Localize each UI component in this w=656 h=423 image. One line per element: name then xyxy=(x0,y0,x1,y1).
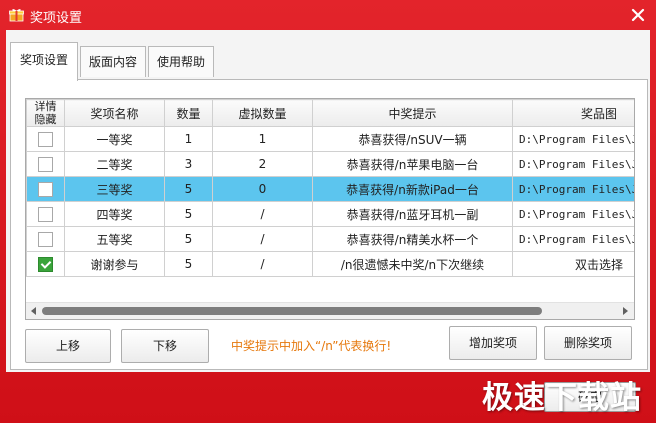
col-header-name[interactable]: 奖项名称 xyxy=(64,99,165,127)
virtual-quantity-cell[interactable]: 1 xyxy=(212,126,313,152)
prize-name-cell[interactable]: 谢谢参与 xyxy=(64,251,165,277)
win-tip-cell[interactable]: 恭喜获得/nSUV一辆 xyxy=(312,126,513,152)
hide-detail-cell xyxy=(26,201,65,227)
tab-layout-content[interactable]: 版面内容 xyxy=(80,46,146,77)
table-row[interactable]: 三等奖 5 0 恭喜获得/n新款iPad一台 D:\Program Files\J xyxy=(26,176,634,202)
prize-name-cell[interactable]: 三等奖 xyxy=(64,176,165,202)
win-tip-cell[interactable]: 恭喜获得/n新款iPad一台 xyxy=(312,176,513,202)
prize-image-cell[interactable]: D:\Program Files\J xyxy=(512,126,634,152)
hide-detail-checkbox[interactable] xyxy=(38,206,53,222)
table-row[interactable]: 谢谢参与 5//n很遗憾未中奖/n下次继续 双击选择 xyxy=(26,251,634,277)
table-row[interactable]: 一等奖 1 1 恭喜获得/nSUV一辆 D:\Program Files\J xyxy=(26,126,634,152)
move-down-button[interactable]: 下移 xyxy=(121,329,209,363)
prize-image-cell[interactable]: D:\Program Files\J xyxy=(512,201,634,227)
title-bar: 奖项设置 xyxy=(0,0,656,30)
scrollbar-thumb[interactable] xyxy=(42,307,542,315)
quantity-cell[interactable]: 5 xyxy=(164,226,213,252)
hide-detail-cell xyxy=(26,226,65,252)
prize-image-cell[interactable]: 双击选择 xyxy=(512,251,634,277)
prize-name-cell[interactable]: 四等奖 xyxy=(64,201,165,227)
prize-grid: 详情 隐藏 奖项名称 数量 虚拟数量 中奖提示 奖品图 一等奖 1 1 恭喜获得/nSU… xyxy=(25,98,635,320)
virtual-quantity-cell[interactable]: / xyxy=(212,201,313,227)
scroll-right-icon[interactable] xyxy=(623,307,628,315)
window-title: 奖项设置 xyxy=(30,11,83,26)
quantity-cell[interactable]: 1 xyxy=(164,126,213,152)
newline-hint: 中奖提示中加入“/n”代表换行! xyxy=(231,339,392,353)
tab-prize-settings[interactable]: 奖项设置 xyxy=(10,42,78,81)
quantity-cell[interactable]: 3 xyxy=(164,151,213,177)
table-row[interactable]: 二等奖 3 2 恭喜获得/n苹果电脑一台 D:\Program Files\J xyxy=(26,151,634,177)
dialog-body: 奖项设置 版面内容 使用帮助 详情 隐藏 奖项名称 数量 虚拟数量 中奖提示 奖… xyxy=(6,30,650,372)
virtual-quantity-cell[interactable]: 2 xyxy=(212,151,313,177)
col-header-virtual[interactable]: 虚拟数量 xyxy=(212,99,313,127)
win-tip-cell[interactable]: 恭喜获得/n精美水杯一个 xyxy=(312,226,513,252)
move-up-button[interactable]: 上移 xyxy=(25,329,111,363)
add-prize-button[interactable]: 增加奖项 xyxy=(449,326,537,360)
hide-detail-cell xyxy=(26,251,65,277)
window: 奖项设置 奖项设置 版面内容 使用帮助 详情 隐藏 奖项名称 数量 虚拟数量 中… xyxy=(0,0,656,423)
col-header-tip[interactable]: 中奖提示 xyxy=(312,99,513,127)
prize-image-cell[interactable]: D:\Program Files\J xyxy=(512,151,634,177)
quantity-cell[interactable]: 5 xyxy=(164,176,213,202)
close-button[interactable] xyxy=(628,5,648,25)
win-tip-cell[interactable]: /n很遗憾未中奖/n下次继续 xyxy=(312,251,513,277)
prize-image-cell[interactable]: D:\Program Files\J xyxy=(512,226,634,252)
prize-name-cell[interactable]: 五等奖 xyxy=(64,226,165,252)
hide-detail-cell xyxy=(26,176,65,202)
hide-detail-checkbox[interactable] xyxy=(38,256,53,272)
virtual-quantity-cell[interactable]: / xyxy=(212,226,313,252)
hide-detail-checkbox[interactable] xyxy=(38,181,53,197)
horizontal-scrollbar[interactable] xyxy=(26,302,634,319)
gift-icon xyxy=(9,8,24,22)
hide-detail-cell xyxy=(26,151,65,177)
prize-name-cell[interactable]: 二等奖 xyxy=(64,151,165,177)
hide-detail-cell xyxy=(26,126,65,152)
virtual-quantity-cell[interactable]: 0 xyxy=(212,176,313,202)
close-icon[interactable] xyxy=(628,5,648,25)
hide-detail-checkbox[interactable] xyxy=(38,131,53,147)
table-row[interactable]: 五等奖 5/恭喜获得/n精美水杯一个 D:\Program Files\J xyxy=(26,226,634,252)
prize-name-cell[interactable]: 一等奖 xyxy=(64,126,165,152)
col-header-hidden[interactable]: 详情 隐藏 xyxy=(26,99,65,127)
tab-help[interactable]: 使用帮助 xyxy=(148,46,214,77)
scroll-left-icon[interactable] xyxy=(31,307,36,315)
quantity-cell[interactable]: 5 xyxy=(164,201,213,227)
hide-detail-checkbox[interactable] xyxy=(38,231,53,247)
prize-table: 详情 隐藏 奖项名称 数量 虚拟数量 中奖提示 奖品图 一等奖 1 1 恭喜获得/nSU… xyxy=(26,99,634,277)
tab-panel: 详情 隐藏 奖项名称 数量 虚拟数量 中奖提示 奖品图 一等奖 1 1 恭喜获得/nSU… xyxy=(10,79,648,370)
hide-detail-checkbox[interactable] xyxy=(38,156,53,172)
col-header-image[interactable]: 奖品图 xyxy=(512,99,634,127)
quantity-cell[interactable]: 5 xyxy=(164,251,213,277)
site-watermark: 极速下载站 xyxy=(482,380,642,416)
win-tip-cell[interactable]: 恭喜获得/n蓝牙耳机一副 xyxy=(312,201,513,227)
prize-image-cell[interactable]: D:\Program Files\J xyxy=(512,176,634,202)
delete-prize-button[interactable]: 删除奖项 xyxy=(544,326,632,360)
virtual-quantity-cell[interactable]: / xyxy=(212,251,313,277)
grid-header-row: 详情 隐藏 奖项名称 数量 虚拟数量 中奖提示 奖品图 xyxy=(26,99,634,127)
win-tip-cell[interactable]: 恭喜获得/n苹果电脑一台 xyxy=(312,151,513,177)
col-header-qty[interactable]: 数量 xyxy=(164,99,213,127)
table-row[interactable]: 四等奖 5/恭喜获得/n蓝牙耳机一副 D:\Program Files\J xyxy=(26,201,634,227)
